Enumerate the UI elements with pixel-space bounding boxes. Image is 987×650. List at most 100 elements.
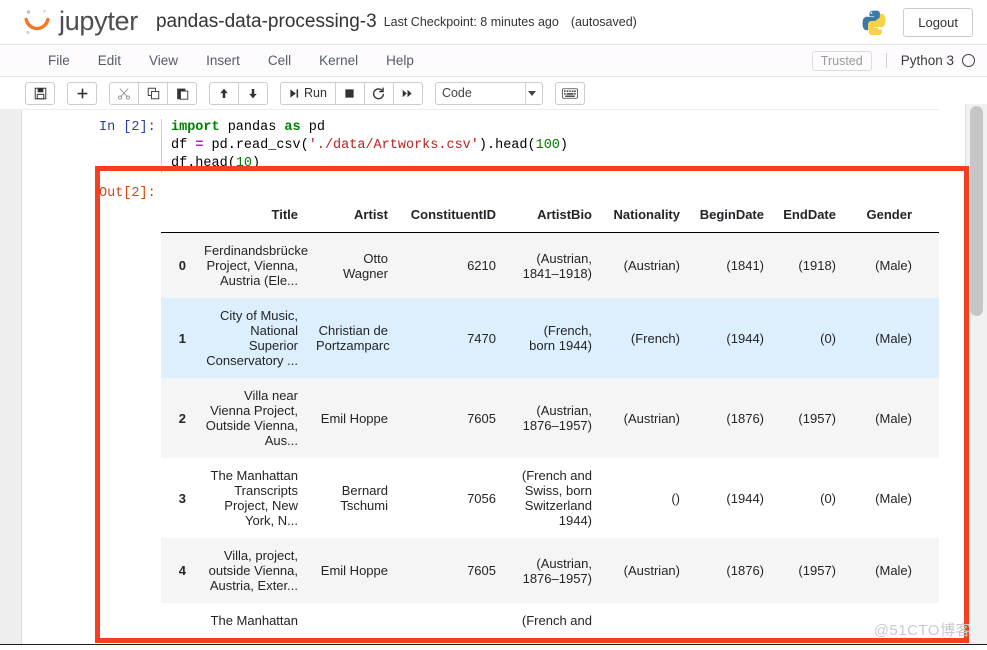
cell-enddate: (0) [820,330,836,346]
menu-file[interactable]: File [34,48,84,73]
row-index: 0 [178,258,186,273]
copy-button[interactable] [138,81,168,105]
cell-artist: Otto Wagner [342,250,388,281]
dataframe-scroll-container[interactable]: Title Artist ConstituentID ArtistBio Nat… [161,202,965,638]
cell-nationality [601,603,689,638]
kernel-name-label: Python 3 [900,53,954,68]
save-button[interactable] [25,81,55,105]
code-text: pandas [219,120,285,135]
row-index: 1 [178,330,186,346]
restart-kernel-button[interactable] [363,81,394,105]
trusted-badge[interactable]: Trusted [811,50,872,71]
cell-title: The Manhattan [210,613,298,628]
cell-artistbio: (Austrian, 1841–1918) [522,250,592,281]
menu-insert[interactable]: Insert [192,48,254,73]
output-area: Out[2]: Title Artist ConstituentID Artis… [23,186,965,638]
cell-title: Ferdinandsbrücke Project, Vienna, Austri… [204,243,309,288]
insert-cell-below-button[interactable] [67,81,97,105]
row-index: 2 [178,410,186,426]
table-row[interactable]: The Manhattan (French and [161,603,965,638]
interrupt-kernel-button[interactable] [334,81,365,105]
column-header-index [161,202,195,233]
table-row[interactable]: 4 Villa, project, outside Vienna, Austri… [161,538,965,603]
code-text: df.head( [171,156,236,171]
row-index [161,603,195,638]
column-header-constituentid: ConstituentID [397,202,505,233]
cell-enddate: (1957) [798,563,836,578]
cell-gender: (Male) [875,258,912,273]
notebook-page: In [2]: import pandas as pd df = pd.read… [23,110,965,650]
notebook-header: jupyter pandas-data-processing-3 Last Ch… [0,0,987,45]
cell-constituentid: 6210 [467,258,496,273]
toolbar-group-save [25,81,55,105]
cell-type-select[interactable]: Code Markdown Raw NBConvert Heading [434,81,543,105]
move-cell-up-button[interactable] [209,81,239,105]
kernel-indicator[interactable]: Python 3 [885,53,975,68]
column-header-artist: Artist [307,202,397,233]
code-text: df [171,138,196,153]
python-logo-icon [861,9,887,35]
code-cell[interactable]: In [2]: import pandas as pd df = pd.read… [23,110,965,173]
toolbar-group-clipboard [109,81,197,105]
jupyter-logo[interactable]: jupyter [22,7,138,37]
cell-enddate: (1957) [798,410,836,426]
dataframe-body: 0 Ferdinandsbrücke Project, Vienna, Aust… [161,232,965,638]
table-row[interactable]: 0 Ferdinandsbrücke Project, Vienna, Aust… [161,232,965,298]
row-index: 3 [178,490,186,506]
code-text: ) [252,156,261,171]
table-row[interactable]: 3 The Manhattan Transcripts Project, New… [161,458,965,538]
table-row[interactable]: 2 Villa near Vienna Project, Outside Vie… [161,378,965,458]
move-cell-down-button[interactable] [238,81,268,105]
code-text: ) [559,138,569,153]
row-index: 4 [178,563,186,578]
jupyter-wordmark: jupyter [59,5,138,36]
cell-nationality: (Austrian) [623,410,680,426]
notebook-title[interactable]: pandas-data-processing-3 [156,11,377,33]
code-editor[interactable]: import pandas as pd df = pd.read_csv('./… [161,119,965,173]
cell-gender: (Male) [875,563,912,578]
dataframe-table: Title Artist ConstituentID ArtistBio Nat… [161,202,965,638]
cell-artistbio: (Austrian, 1876–1957) [522,555,592,586]
menu-cell[interactable]: Cell [254,48,305,73]
restart-and-run-all-button[interactable] [392,81,423,105]
menu-help[interactable]: Help [372,48,428,73]
column-header-enddate: EndDate [773,202,845,233]
cell-title: The Manhattan Transcripts Project, New Y… [210,468,298,528]
cell-enddate: (0) [820,490,836,506]
run-icon [290,88,299,98]
menu-edit[interactable]: Edit [84,48,135,73]
input-prompt: In [2]: [99,120,156,135]
cell-constituentid [397,603,505,638]
cell-artistbio: (French, born 1944) [529,323,592,353]
cell-begindate [689,603,773,638]
cell-title: Villa near Vienna Project, Outside Vienn… [205,388,298,448]
column-header-title: Title [195,202,307,233]
cell-artistbio: (French and [521,613,592,628]
code-number: 100 [535,138,560,153]
vertical-scrollbar[interactable] [965,104,987,650]
run-button[interactable]: Run [280,81,336,105]
menu-bar: File Edit View Insert Cell Kernel Help T… [0,45,987,77]
table-row[interactable]: 1 City of Music, National Superior Conse… [161,298,965,378]
command-palette-button[interactable] [554,81,585,105]
cell-nationality: (French) [630,330,680,346]
cut-button[interactable] [109,81,139,105]
scrollbar-thumb[interactable] [970,106,983,316]
dataframe-header: Title Artist ConstituentID ArtistBio Nat… [161,202,965,233]
toolbar-group-run: Run [280,81,423,105]
cell-begindate: (1944) [726,330,764,346]
dataframe-header-row: Title Artist ConstituentID ArtistBio Nat… [161,202,965,233]
paste-button[interactable] [167,81,197,105]
column-header-begindate: BeginDate [689,202,773,233]
cell-begindate: (1944) [726,490,764,506]
cell-constituentid: 7056 [467,490,496,506]
cell-artistbio: (French and Swiss, born Switzerland 1944… [521,468,592,528]
cell-begindate: (1841) [726,258,764,273]
cell-nationality: (Austrian) [623,258,680,273]
menu-kernel[interactable]: Kernel [305,48,372,73]
code-string: './data/Artworks.csv' [308,138,479,153]
menubar-status-group: Trusted Python 3 [811,50,987,71]
logout-button[interactable]: Logout [903,7,973,37]
cell-nationality: () [671,490,680,506]
menu-view[interactable]: View [135,48,192,73]
